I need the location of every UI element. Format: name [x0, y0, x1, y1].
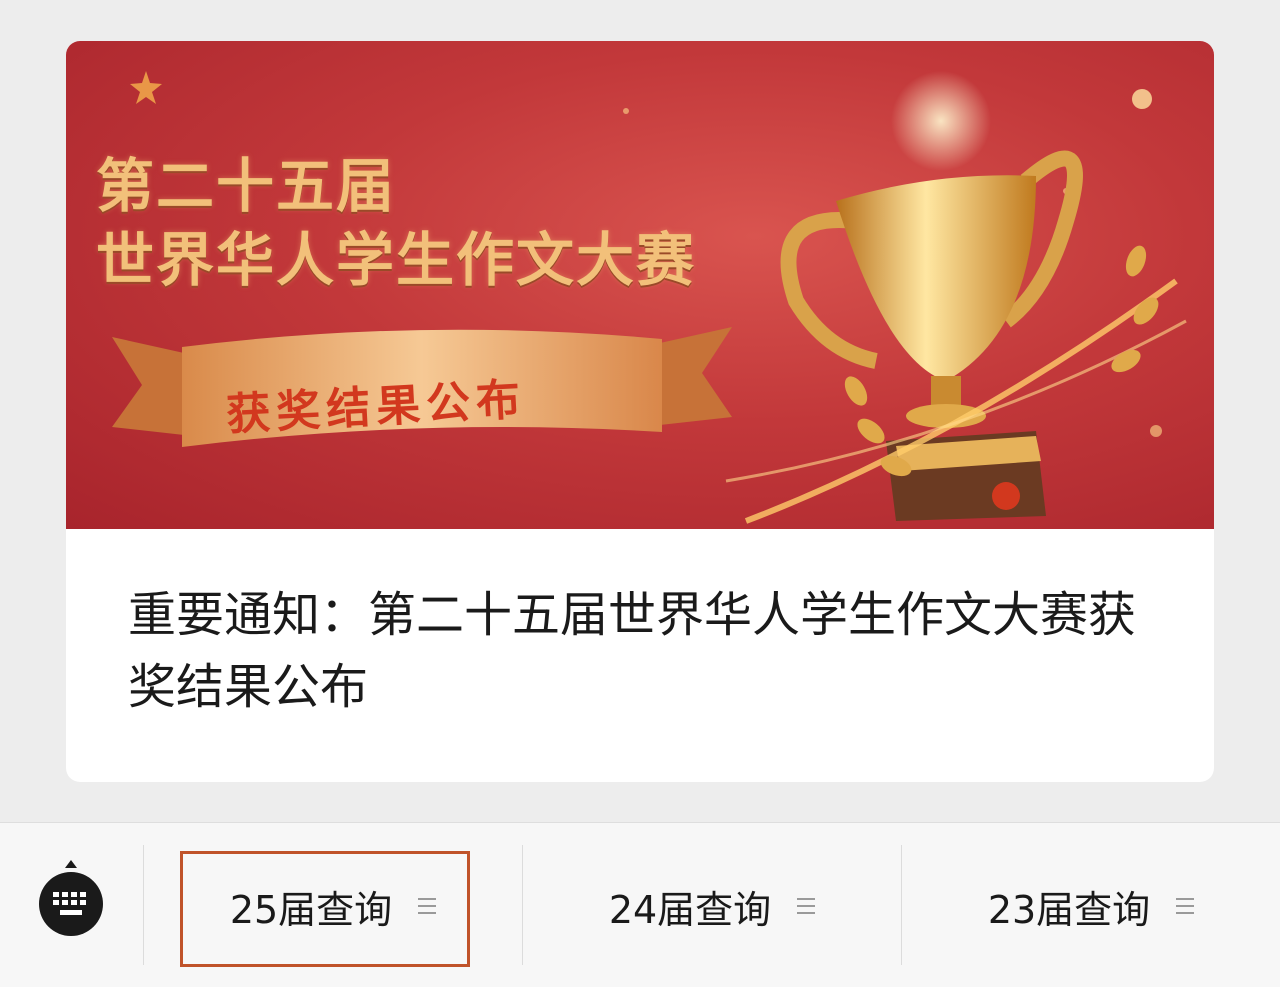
article-card[interactable]: 第二十五届 世界华人学生作文大赛 获奖结果公布 重要通知：第二十五届世界华人学生… [66, 41, 1214, 782]
keyboard-icon [39, 860, 103, 936]
menu-lines-icon [797, 898, 816, 914]
trophy-graphic [725, 71, 1187, 524]
menu-item-24[interactable]: 24届查询 [523, 846, 901, 966]
keyboard-toggle-button[interactable] [34, 858, 108, 938]
article-banner-image: 第二十五届 世界华人学生作文大赛 获奖结果公布 [66, 41, 1214, 529]
banner-title-line2: 世界华人学生作文大赛 [96, 226, 697, 294]
article-title[interactable]: 重要通知：第二十五届世界华人学生作文大赛获奖结果公布 [128, 579, 1168, 723]
menu-lines-icon [1176, 898, 1195, 914]
menu-item-23[interactable]: 23届查询 [902, 846, 1280, 966]
menu-item-label: 24届查询 [608, 887, 772, 932]
menu-item-label: 23届查询 [987, 887, 1151, 932]
selection-highlight-box [180, 851, 470, 967]
banner-title-line1: 第二十五届 [96, 152, 397, 220]
